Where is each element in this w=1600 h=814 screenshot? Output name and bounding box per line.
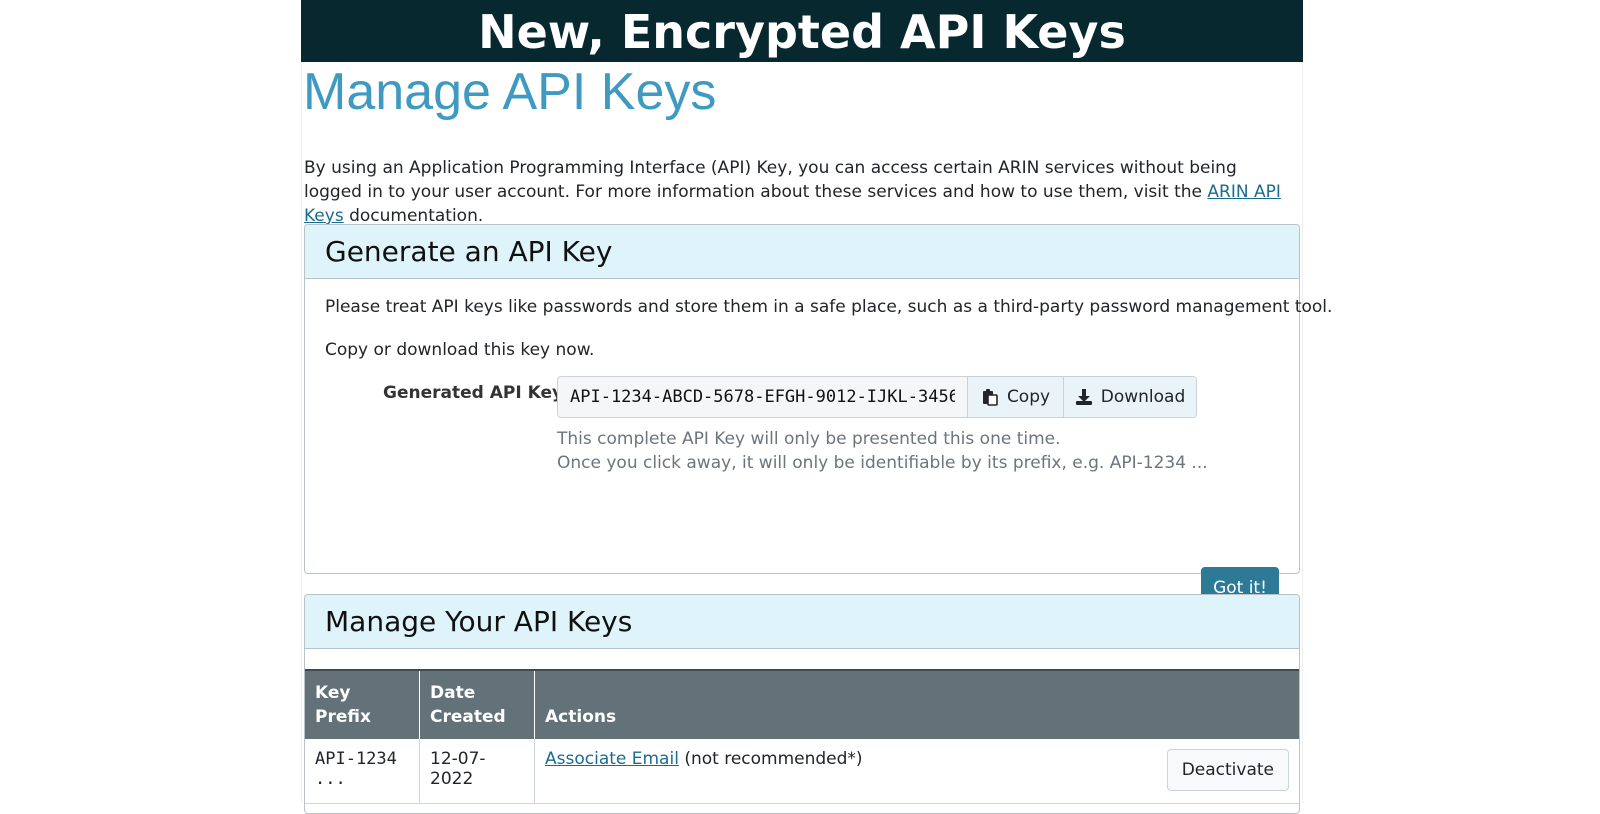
- manage-card-header: Manage Your API Keys: [305, 595, 1299, 649]
- copy-button-label: Copy: [1006, 387, 1051, 407]
- generate-api-key-card: Generate an API Key Please treat API key…: [304, 224, 1332, 609]
- api-keys-table: Key Prefix Date Created Actions API-1234…: [305, 669, 1299, 804]
- download-icon: [1075, 388, 1093, 406]
- manage-heading: Manage Your API Keys: [325, 605, 633, 638]
- generated-key-field[interactable]: [558, 377, 968, 417]
- associate-email-note: (not recommended*): [678, 749, 863, 769]
- help-line-1: This complete API Key will only be prese…: [557, 429, 1061, 449]
- intro-text-start: By using an Application Programming Inte…: [304, 158, 1237, 202]
- clipboard-icon: [981, 388, 999, 406]
- table-header-row: Key Prefix Date Created Actions: [305, 669, 1299, 739]
- help-line-2: Once you click away, it will only be ide…: [557, 453, 1208, 473]
- key-help-text: This complete API Key will only be prese…: [557, 427, 1208, 475]
- generate-card-header: Generate an API Key: [305, 225, 1299, 279]
- generated-key-label: Generated API Key:: [383, 383, 570, 403]
- key-prefix-cell: API-1234 ...: [305, 739, 420, 804]
- download-button[interactable]: Download: [1064, 377, 1196, 417]
- column-header-key-prefix: Key Prefix: [305, 669, 420, 739]
- generate-heading: Generate an API Key: [325, 235, 613, 268]
- generated-key-group: Copy Download: [557, 376, 1197, 418]
- copy-button[interactable]: Copy: [968, 377, 1064, 417]
- banner-title: New, Encrypted API Keys: [478, 5, 1126, 59]
- banner: New, Encrypted API Keys: [301, 0, 1303, 62]
- column-header-date-created: Date Created: [419, 669, 535, 739]
- associate-email-link[interactable]: Associate Email: [545, 749, 679, 769]
- manage-api-keys-card: Manage Your API Keys Key Prefix Date Cre…: [304, 594, 1300, 814]
- column-header-actions: Actions: [534, 669, 1299, 739]
- page-title: Manage API Keys: [303, 63, 717, 121]
- date-created-cell: 12-07-2022: [419, 739, 535, 804]
- intro-text: By using an Application Programming Inte…: [304, 156, 1299, 228]
- table-row: API-1234 ... 12-07-2022 Associate Email …: [305, 739, 1299, 804]
- deactivate-button[interactable]: Deactivate: [1166, 749, 1289, 791]
- download-button-label: Download: [1100, 387, 1186, 407]
- copy-prompt: Copy or download this key now.: [325, 340, 595, 360]
- intro-text-end: documentation.: [343, 206, 484, 226]
- actions-cell: Associate Email (not recommended*) Deact…: [534, 739, 1299, 804]
- security-warning: Please treat API keys like passwords and…: [325, 297, 1333, 317]
